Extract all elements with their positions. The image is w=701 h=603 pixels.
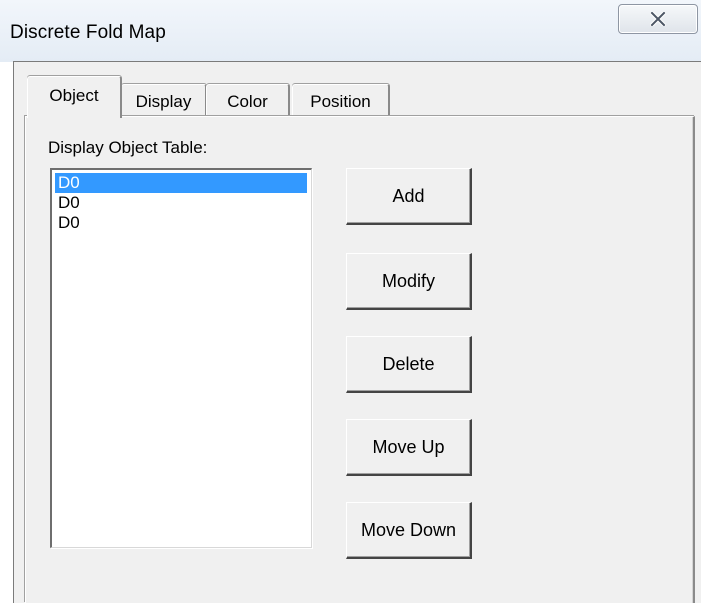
add-button[interactable]: Add [346, 168, 472, 225]
delete-button-label: Delete [382, 353, 435, 374]
display-object-list[interactable]: D0 D0 D0 [50, 168, 312, 548]
close-icon [650, 12, 666, 26]
add-button-label: Add [392, 185, 425, 206]
list-item[interactable]: D0 [55, 193, 307, 213]
title-bar: Discrete Fold Map [0, 0, 701, 62]
tab-position[interactable]: Position [292, 84, 390, 118]
tab-label: Display [135, 92, 192, 111]
delete-button[interactable]: Delete [346, 336, 472, 393]
list-item[interactable]: D0 [55, 213, 307, 233]
move-down-button[interactable]: Move Down [346, 502, 472, 559]
move-up-button[interactable]: Move Up [346, 419, 472, 476]
display-object-table-label: Display Object Table: [48, 138, 208, 157]
tab-color[interactable]: Color [206, 84, 290, 118]
tab-display[interactable]: Display [121, 84, 207, 118]
list-item[interactable]: D0 [55, 173, 307, 193]
modify-button[interactable]: Modify [346, 253, 472, 310]
move-down-button-label: Move Down [360, 519, 457, 540]
modify-button-label: Modify [381, 270, 435, 291]
close-button[interactable] [618, 4, 698, 34]
tab-label: Position [310, 92, 371, 111]
tab-label: Color [227, 92, 268, 111]
window-title: Discrete Fold Map [10, 22, 166, 43]
tab-object[interactable]: Object [27, 76, 122, 120]
tab-label: Object [49, 86, 99, 105]
move-up-button-label: Move Up [372, 436, 445, 457]
